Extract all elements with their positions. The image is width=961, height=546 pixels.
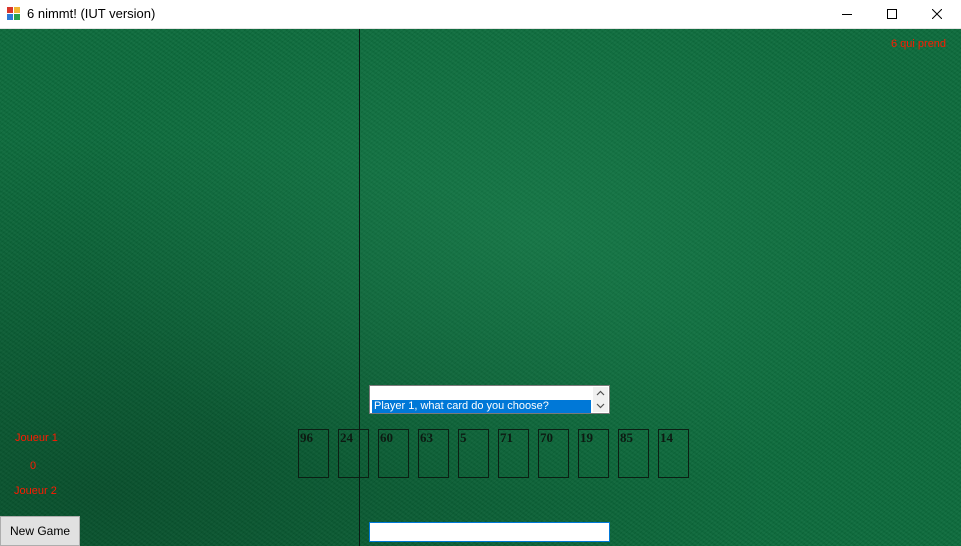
game-name-label: 6 qui prend [891, 38, 947, 50]
window-title: 6 nimmt! (IUT version) [27, 6, 156, 21]
listbox-scrollbar[interactable] [593, 387, 608, 412]
hand-card[interactable]: 14 [658, 429, 689, 478]
hand-card[interactable]: 60 [378, 429, 409, 478]
title-bar: 6 nimmt! (IUT version) [0, 0, 961, 29]
hand-card[interactable]: 5 [458, 429, 489, 478]
hand-card[interactable]: 19 [578, 429, 609, 478]
close-button[interactable] [914, 0, 960, 28]
hand-card[interactable]: 24 [338, 429, 369, 478]
chevron-up-icon [596, 390, 605, 396]
close-icon [932, 9, 942, 19]
chevron-down-icon [596, 403, 605, 409]
card-value: 70 [540, 430, 553, 445]
card-choice-input[interactable] [369, 522, 610, 542]
maximize-button[interactable] [869, 0, 915, 28]
card-value: 63 [420, 430, 433, 445]
card-value: 71 [500, 430, 513, 445]
score-label: 0 [30, 460, 37, 472]
new-game-button[interactable]: New Game [0, 516, 80, 546]
prompt-list-item-selected[interactable]: Player 1, what card do you choose? [372, 400, 591, 413]
player1-label: Joueur 1 [15, 432, 58, 444]
scroll-up-button[interactable] [593, 387, 608, 399]
scroll-down-button[interactable] [593, 400, 608, 412]
card-value: 19 [580, 430, 593, 445]
minimize-button[interactable] [824, 0, 870, 28]
card-value: 85 [620, 430, 633, 445]
card-value: 5 [460, 430, 467, 445]
player2-label: Joueur 2 [14, 485, 57, 497]
maximize-icon [887, 9, 897, 19]
hand-card[interactable]: 63 [418, 429, 449, 478]
app-icon [7, 7, 21, 21]
hand-card[interactable]: 96 [298, 429, 329, 478]
hand-card[interactable]: 85 [618, 429, 649, 478]
card-value: 96 [300, 430, 313, 445]
prompt-listbox[interactable]: Player 1, what card do you choose? [369, 385, 610, 414]
hand-card[interactable]: 70 [538, 429, 569, 478]
card-value: 60 [380, 430, 393, 445]
minimize-icon [842, 14, 852, 15]
card-value: 14 [660, 430, 673, 445]
hand-card[interactable]: 71 [498, 429, 529, 478]
card-value: 24 [340, 430, 353, 445]
